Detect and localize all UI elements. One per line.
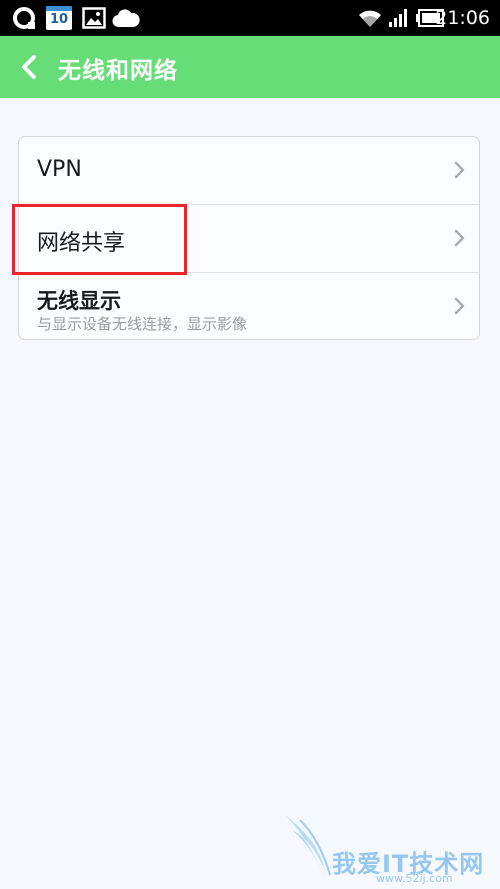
search-app-icon (13, 7, 35, 29)
settings-item-label: VPN (37, 157, 82, 182)
watermark: 我爱IT技术网 www.52ij.com (280, 810, 495, 885)
chevron-right-icon (454, 161, 465, 179)
settings-item-sublabel: 与显示设备无线连接，显示影像 (37, 315, 248, 333)
cloud-icon (112, 9, 140, 28)
title-bar: 无线和网络 (0, 36, 500, 98)
highlight-box (12, 204, 187, 275)
back-button[interactable] (12, 48, 50, 86)
gallery-icon (82, 7, 106, 29)
chevron-left-icon (22, 55, 36, 79)
settings-item-label: 无线显示 (37, 289, 121, 313)
chevron-right-icon (454, 229, 465, 247)
watermark-url: www.52ij.com (376, 872, 453, 885)
wifi-icon (359, 10, 381, 27)
calendar-day: 10 (49, 12, 69, 27)
page-title: 无线和网络 (58, 58, 178, 84)
signal-icon (389, 9, 407, 27)
settings-item-wireless-display[interactable]: 无线显示 与显示设备无线连接，显示影像 (19, 273, 479, 340)
settings-item-vpn[interactable]: VPN (19, 137, 479, 204)
calendar-icon: 10 (46, 6, 72, 30)
status-bar: 10 21:06 (0, 0, 500, 36)
clock: 21:06 (435, 7, 490, 29)
chevron-right-icon (454, 297, 465, 315)
